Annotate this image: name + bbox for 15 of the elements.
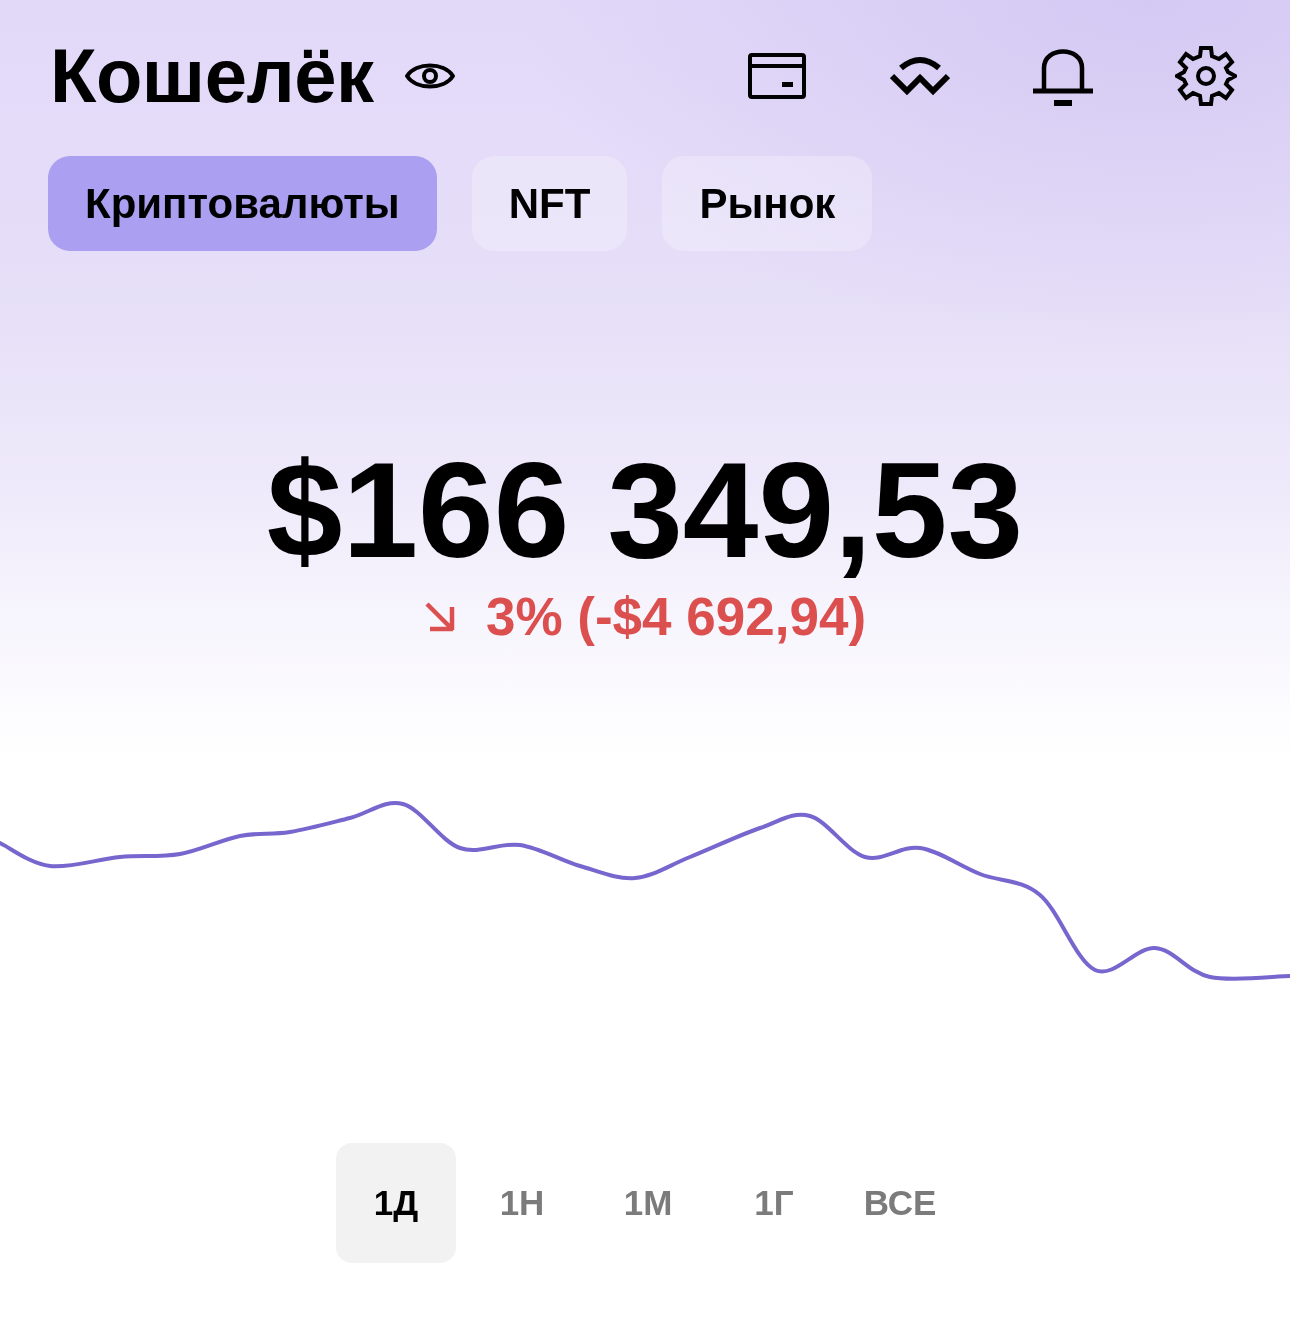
range-button[interactable]: 1М (588, 1143, 708, 1263)
bell-icon (1032, 46, 1094, 106)
tab[interactable]: Криптовалюты (48, 156, 437, 251)
tab[interactable]: Рынок (662, 156, 873, 251)
wallet-title: Кошелёк (50, 38, 374, 114)
walletconnect-icon (890, 56, 950, 96)
settings-button[interactable] (1175, 45, 1237, 107)
tab[interactable]: NFT (471, 156, 628, 251)
range-button[interactable]: 1Н (462, 1143, 582, 1263)
range-button[interactable]: ВСЕ (840, 1143, 960, 1263)
range-button[interactable]: 1Д (336, 1143, 456, 1263)
balance-amount: $166 349,53 (265, 442, 1025, 578)
range-button[interactable]: 1Г (714, 1143, 834, 1263)
card-icon (748, 53, 806, 99)
settings-icon (1175, 45, 1237, 107)
